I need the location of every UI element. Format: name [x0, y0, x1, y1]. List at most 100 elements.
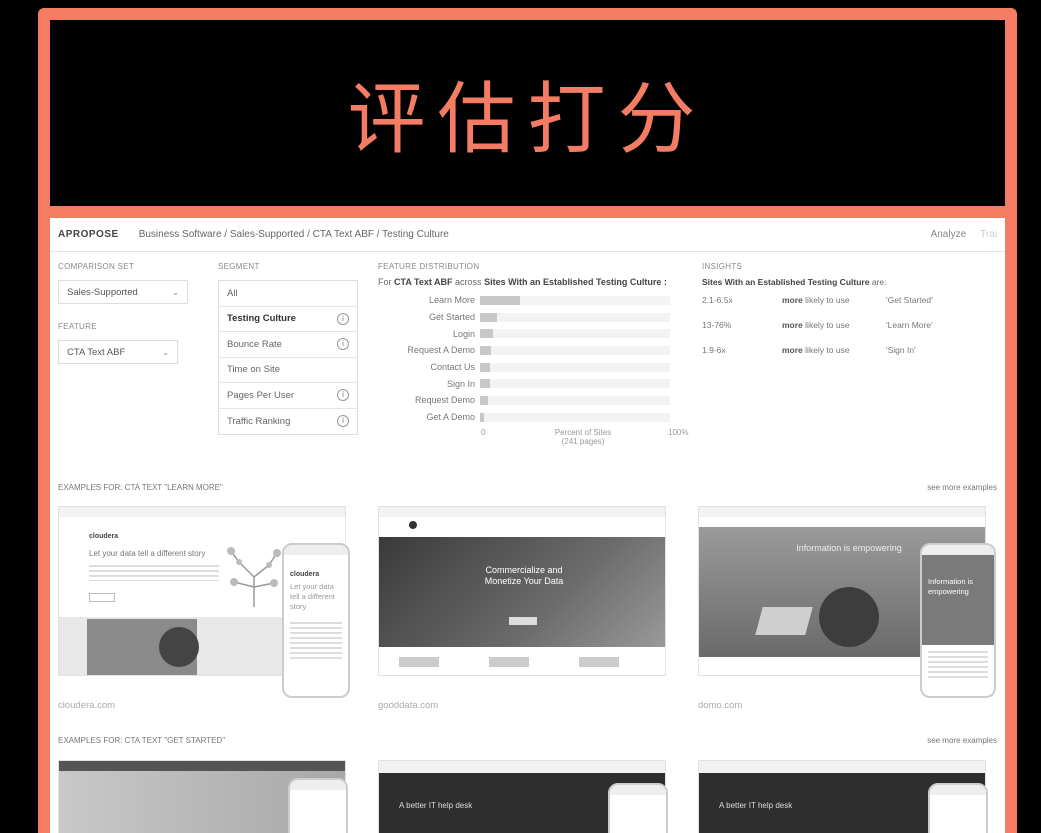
- insight-rest: likely to use: [805, 345, 850, 355]
- bar-label: Contact Us: [430, 362, 475, 373]
- chevron-down-icon: ⌄: [162, 347, 169, 357]
- bar-track: [480, 412, 670, 422]
- thumb-photo: [159, 627, 199, 667]
- insight-more-word: more: [782, 345, 803, 355]
- examples-learn-more-header: EXAMPLES FOR: CTA TEXT "LEARN MORE" see …: [58, 483, 997, 492]
- segment-item-all[interactable]: All: [219, 281, 357, 307]
- segment-item-time-on-site[interactable]: Time on Site: [219, 358, 357, 383]
- segment-column: SEGMENT All Testing Culture i Bounce Rat…: [218, 262, 358, 435]
- site-label-cloudera[interactable]: cloudera.com: [58, 700, 115, 711]
- banner-title: 评估打分: [347, 75, 708, 165]
- feature-label: FEATURE: [58, 322, 97, 331]
- bar-row: Get A Demo: [378, 409, 698, 426]
- segment-item-traffic-ranking[interactable]: Traffic Ranking i: [219, 409, 357, 435]
- bar-label: Get Started: [428, 312, 475, 323]
- intro-across: across: [455, 277, 482, 287]
- bar-row: Learn More: [378, 292, 698, 309]
- insight-row: 1.9-6x more likely to use 'Sign In': [702, 345, 1002, 370]
- insight-cta: 'Sign In': [886, 345, 916, 355]
- intro-segment: Sites With an Established Testing Cultur…: [484, 277, 667, 287]
- axis-title: Percent of Sites (241 pages): [548, 428, 618, 446]
- title-banner: 评估打分: [38, 8, 1017, 218]
- top-bar: APROPOSE Business Software / Sales-Suppo…: [50, 218, 1005, 252]
- insight-more: more likely to use: [782, 345, 886, 355]
- info-icon[interactable]: i: [337, 389, 349, 402]
- phone-bar: [930, 785, 986, 795]
- segment-item-testing-culture[interactable]: Testing Culture i: [219, 307, 357, 332]
- browser-bar: [379, 761, 665, 773]
- comparison-set-select[interactable]: Sales-Supported ⌄: [58, 280, 188, 304]
- insight-rest: likely to use: [805, 295, 850, 305]
- info-icon[interactable]: i: [337, 338, 349, 351]
- nav-trai[interactable]: Trai: [980, 229, 997, 240]
- phone-heading: Information is empowering: [922, 555, 994, 645]
- thumb-heading: A better IT help desk: [399, 801, 473, 810]
- insights-list: 2.1-6.5x more likely to use 'Get Started…: [702, 295, 1002, 370]
- nav-analyze[interactable]: Analyze: [931, 229, 967, 240]
- thumb-text-lines: [89, 565, 219, 581]
- bar: [480, 312, 498, 322]
- distribution-label: FEATURE DISTRIBUTION: [378, 262, 480, 271]
- segment-list: All Testing Culture i Bounce Rate i Time…: [218, 280, 358, 435]
- insight-more-word: more: [782, 320, 803, 330]
- site-label-gooddata[interactable]: gooddata.com: [378, 700, 438, 711]
- bar-row: Get Started: [378, 309, 698, 326]
- bar: [480, 412, 484, 422]
- segment-item-label: Pages Per User: [227, 389, 295, 401]
- phone-mockup: [608, 783, 668, 833]
- bar: [480, 395, 488, 405]
- bar: [480, 362, 490, 372]
- insight-row: 2.1-6.5x more likely to use 'Get Started…: [702, 295, 1002, 320]
- phone-bar: [610, 785, 666, 795]
- segment-item-label: Traffic Ranking: [227, 415, 291, 427]
- filters-column: COMPARISON SET Sales-Supported ⌄ FEATURE…: [58, 262, 188, 364]
- bar-row: Request A Demo: [378, 342, 698, 359]
- feature-select[interactable]: CTA Text ABF ⌄: [58, 340, 178, 364]
- bar: [480, 379, 490, 389]
- thumb-button: [509, 617, 537, 625]
- bar-label: Request A Demo: [407, 345, 475, 356]
- bar-label: Sign In: [446, 378, 475, 389]
- insight-value: 1.9-6x: [702, 345, 726, 355]
- phone-mockup: [928, 783, 988, 833]
- insight-cta: 'Get Started': [886, 295, 933, 305]
- bar-track: [480, 295, 670, 305]
- thumb-features: [399, 657, 649, 667]
- thumb-heading: Let your data tell a different story: [89, 549, 206, 558]
- insight-more: more likely to use: [782, 320, 886, 330]
- thumb-heading: Commercialize and Monetize Your Data: [484, 565, 564, 586]
- see-more-examples-link[interactable]: see more examples: [927, 736, 997, 745]
- insights-column: INSIGHTS Sites With an Established Testi…: [702, 262, 1002, 370]
- bar-track: [480, 395, 670, 405]
- thumb-heading: A better IT help desk: [719, 801, 793, 810]
- app-logo[interactable]: APROPOSE: [58, 229, 119, 240]
- segment-item-label: Time on Site: [227, 364, 280, 376]
- bar-label: Login: [452, 328, 475, 339]
- bar-track: [480, 379, 670, 389]
- distribution-intro: For CTA Text ABF across Sites With an Es…: [378, 277, 698, 287]
- phone-logo: cloudera: [290, 571, 320, 578]
- bar-row: Login: [378, 325, 698, 342]
- thumbnail-gooddata[interactable]: Commercialize and Monetize Your Data: [378, 506, 666, 676]
- breadcrumb[interactable]: Business Software / Sales-Supported / CT…: [139, 229, 917, 240]
- phone-heading: Let your data tell a different story: [290, 582, 335, 611]
- thumb-photo: [819, 587, 879, 647]
- see-more-examples-link[interactable]: see more examples: [927, 483, 997, 492]
- insight-value: 13-76%: [702, 320, 732, 330]
- bar: [480, 295, 520, 305]
- bar-row: Contact Us: [378, 359, 698, 376]
- info-icon[interactable]: i: [337, 415, 349, 428]
- feature-value: CTA Text ABF: [67, 346, 126, 358]
- thumb-button: [89, 593, 115, 602]
- insight-cta: 'Learn More': [886, 320, 933, 330]
- insights-segment: Sites With an Established Testing Cultur…: [702, 277, 870, 287]
- bar-track: [480, 329, 670, 339]
- insight-row: 13-76% more likely to use 'Learn More': [702, 320, 1002, 345]
- insights-suffix: are:: [871, 277, 887, 287]
- segment-item-pages-per-user[interactable]: Pages Per User i: [219, 383, 357, 409]
- info-icon[interactable]: i: [337, 312, 349, 325]
- site-label-domo[interactable]: domo.com: [698, 700, 742, 711]
- browser-bar: [699, 507, 985, 517]
- segment-item-bounce-rate[interactable]: Bounce Rate i: [219, 332, 357, 358]
- bar: [480, 329, 494, 339]
